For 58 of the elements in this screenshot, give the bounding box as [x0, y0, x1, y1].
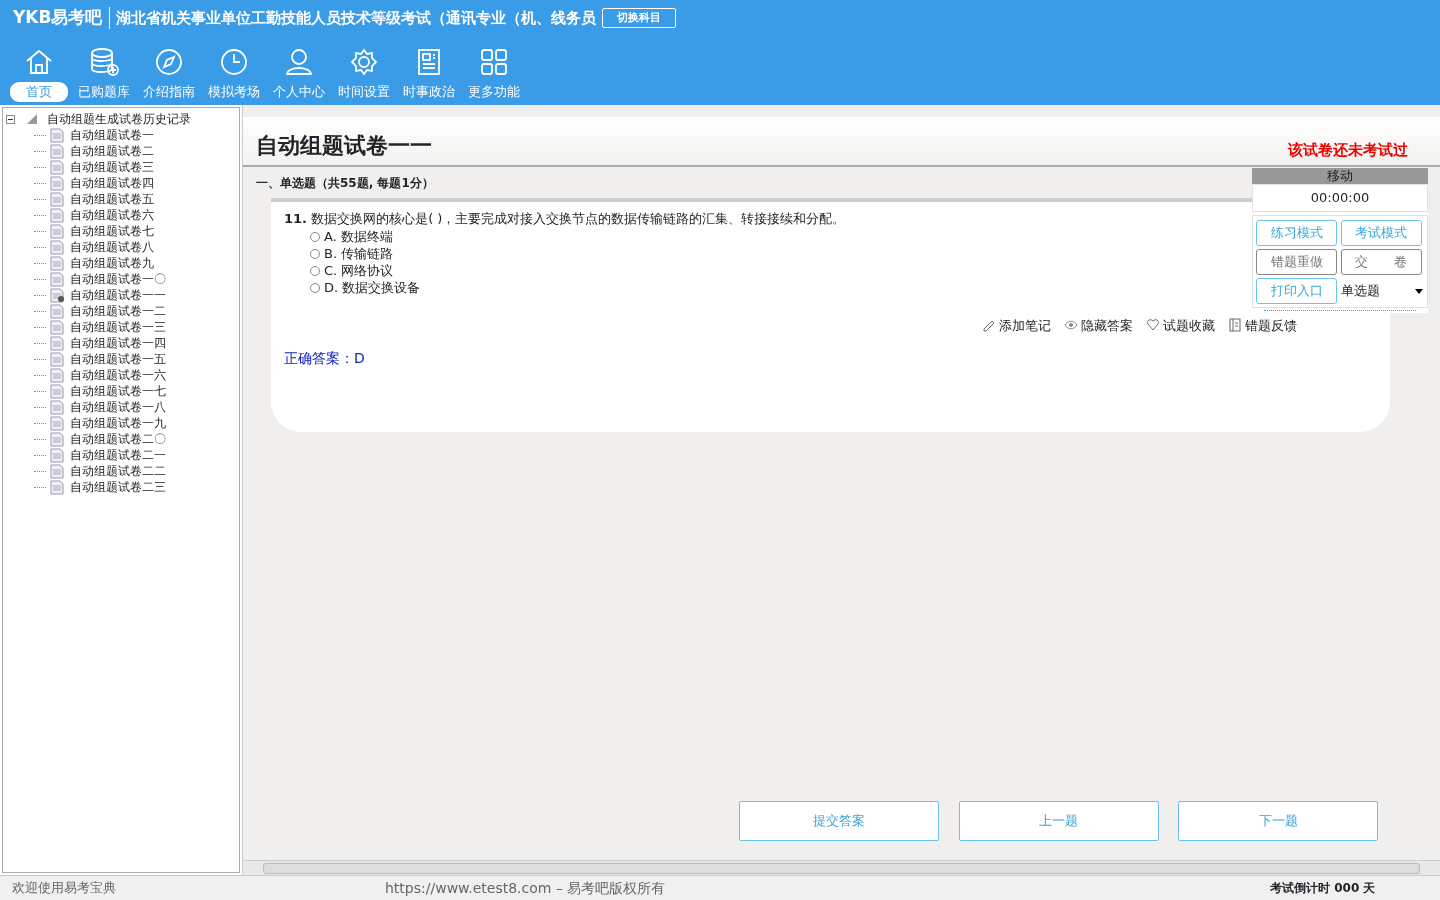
- timer-display: 00:00:00: [1252, 184, 1428, 212]
- countdown-text: 考试倒计时 000 天: [1270, 880, 1377, 897]
- tree-item[interactable]: 自动组题试卷一七: [70, 382, 167, 401]
- expander-icon[interactable]: [6, 114, 16, 124]
- tree-item[interactable]: 自动组题试卷二一: [70, 446, 167, 465]
- tree-item[interactable]: 自动组题试卷八: [70, 238, 155, 257]
- action-link[interactable]: 隐藏答案: [1081, 315, 1133, 335]
- grid-icon[interactable]: [478, 46, 510, 78]
- action-link[interactable]: 试题收藏: [1163, 315, 1215, 335]
- tree-item[interactable]: 自动组题试卷二三: [70, 478, 167, 497]
- tree-item[interactable]: 自动组题试卷一三: [70, 318, 167, 337]
- compass-icon[interactable]: [153, 46, 185, 78]
- tree-item[interactable]: 自动组题试卷一: [70, 126, 155, 145]
- option-label: B. 传输链路: [324, 244, 394, 263]
- option-label: A. 数据终端: [324, 227, 393, 246]
- panel-button[interactable]: 交 卷: [1340, 248, 1422, 275]
- tree-item[interactable]: 自动组题试卷五: [70, 190, 155, 209]
- tree-item[interactable]: 自动组题试卷二二: [70, 462, 167, 481]
- tree-item[interactable]: 自动组题试卷一一: [70, 286, 167, 305]
- tree-item[interactable]: 自动组题试卷一〇: [70, 270, 167, 289]
- app-logo: YKB易考吧: [13, 6, 103, 30]
- tree-item[interactable]: 自动组题试卷二〇: [70, 430, 167, 449]
- database-icon[interactable]: [88, 46, 120, 78]
- option-label: C. 网络协议: [324, 261, 394, 280]
- tree-item[interactable]: 自动组题试卷六: [70, 206, 155, 225]
- horizontal-scrollbar[interactable]: [243, 860, 1440, 875]
- triangle-icon: [27, 114, 38, 125]
- book-icon[interactable]: [1228, 317, 1242, 334]
- tree-item[interactable]: 自动组题试卷七: [70, 222, 155, 241]
- tree-item[interactable]: 自动组题试卷一六: [70, 366, 167, 385]
- exam-title: 湖北省机关事业单位工勤技能人员技术等级考试（通讯专业（机、线务员: [108, 6, 596, 30]
- action-link[interactable]: 错题反馈: [1245, 315, 1297, 335]
- tree-item[interactable]: 自动组题试卷一五: [70, 350, 167, 369]
- panel-title: 移动: [1252, 168, 1428, 184]
- panel-button[interactable]: 错题重做: [1256, 248, 1338, 275]
- copyright-text: https://www.etest8.com – 易考吧版权所有: [384, 878, 667, 898]
- tree-item[interactable]: 自动组题试卷二: [70, 142, 155, 161]
- question-type-select[interactable]: 单选题: [1340, 278, 1423, 304]
- tree-item[interactable]: 自动组题试卷三: [70, 158, 155, 177]
- correct-answer-text: 正确答案：D: [284, 350, 365, 366]
- tree-item[interactable]: 自动组题试卷一二: [70, 302, 167, 321]
- tree-item[interactable]: 自动组题试卷九: [70, 254, 155, 273]
- tree-item[interactable]: 自动组题试卷四: [70, 174, 155, 193]
- tree-item[interactable]: 自动组题试卷一九: [70, 414, 167, 433]
- user-icon[interactable]: [283, 46, 315, 78]
- tree-item[interactable]: 自动组题试卷一八: [70, 398, 167, 417]
- welcome-text: 欢迎使用易考宝典: [11, 879, 117, 898]
- dropdown-caret-icon: [1414, 288, 1423, 294]
- question-text: 11. 数据交换网的核心是( )，主要完成对接入交换节点的数据传输链路的汇集、转接接续和分配。: [284, 209, 847, 228]
- settings-icon[interactable]: [348, 46, 380, 78]
- clock-icon[interactable]: [218, 46, 250, 78]
- action-link[interactable]: 添加笔记: [999, 315, 1051, 335]
- option-label: D. 数据交换设备: [324, 278, 421, 297]
- exam-status-text: 该试卷还未考试过: [1287, 140, 1408, 162]
- paper-title: 自动组题试卷一一: [256, 131, 432, 160]
- tree-item[interactable]: 自动组题试卷一四: [70, 334, 167, 353]
- tree-root-label[interactable]: 自动组题生成试卷历史记录: [47, 110, 192, 129]
- section-heading: 一、单选题（共55题, 每题1分）: [256, 175, 434, 190]
